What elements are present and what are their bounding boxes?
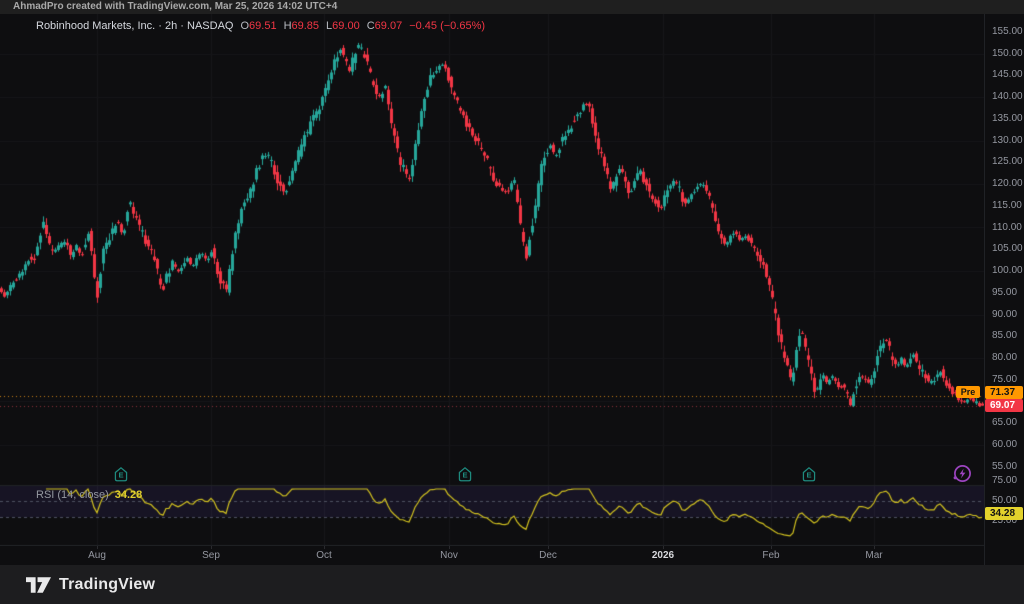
symbol-legend[interactable]: Robinhood Markets, Inc. · 2h · NASDAQ O6… — [36, 20, 485, 32]
time-tickmark — [324, 546, 325, 549]
earnings-marker-icon[interactable]: E — [112, 466, 130, 484]
footer-bar: TradingView — [0, 565, 1024, 604]
time-label: Feb — [762, 550, 779, 561]
price-axis[interactable]: 160.00155.00150.00145.00140.00135.00130.… — [984, 14, 1024, 565]
price-tick: 120.00 — [992, 179, 1023, 189]
svg-text:E: E — [462, 471, 467, 480]
earnings-marker-icon[interactable]: E — [800, 466, 818, 484]
price-tick: 90.00 — [992, 310, 1017, 320]
time-tickmark — [449, 546, 450, 549]
price-tick: 125.00 — [992, 157, 1023, 167]
rsi-value: 34.28 — [115, 489, 143, 501]
price-tick: 135.00 — [992, 114, 1023, 124]
rsi-legend[interactable]: RSI (14, close) 34.28 — [36, 489, 142, 501]
time-label: Aug — [88, 550, 106, 561]
premarket-price-badge: 71.37 — [985, 386, 1023, 399]
svg-text:E: E — [806, 471, 811, 480]
price-tick: 55.00 — [992, 462, 1017, 472]
time-label: Sep — [202, 550, 220, 561]
ohlc-low: L69.00 — [326, 20, 360, 32]
svg-text:E: E — [118, 471, 123, 480]
time-label: 2026 — [652, 550, 674, 561]
time-tickmark — [874, 546, 875, 549]
time-axis[interactable]: Aug Sep Oct Nov Dec 2026 Feb Mar — [0, 546, 984, 565]
time-tickmark — [548, 546, 549, 549]
last-price-badge: 69.07 — [985, 399, 1023, 412]
tradingview-snapshot: AhmadPro created with TradingView.com, M… — [0, 0, 1024, 604]
tradingview-logo[interactable]: TradingView — [26, 576, 155, 594]
price-tick: 95.00 — [992, 288, 1017, 298]
change-value: −0.45 (−0.65%) — [409, 20, 485, 32]
price-tick: 145.00 — [992, 70, 1023, 80]
chart-canvas[interactable] — [0, 14, 984, 546]
earnings-marker-icon[interactable]: E — [456, 466, 474, 484]
price-tick: 155.00 — [992, 27, 1023, 37]
time-tickmark — [97, 546, 98, 549]
rsi-title[interactable]: RSI (14, close) — [36, 489, 109, 501]
tradingview-logo-text: TradingView — [59, 576, 155, 594]
rsi-value-badge: 34.28 — [985, 507, 1023, 520]
attribution-text: AhmadPro created with TradingView.com, M… — [13, 1, 337, 12]
flash-marker-icon[interactable] — [951, 463, 973, 485]
time-label: Oct — [316, 550, 332, 561]
price-tick: 80.00 — [992, 353, 1017, 363]
price-tick: 65.00 — [992, 418, 1017, 428]
ohlc-open: O69.51 — [240, 20, 276, 32]
rsi-tick: 50.00 — [992, 496, 1017, 506]
time-tickmark — [663, 546, 664, 549]
ohlc-close: C69.07 — [367, 20, 402, 32]
attribution-bar: AhmadPro created with TradingView.com, M… — [0, 0, 1024, 14]
ohlc-high: H69.85 — [284, 20, 319, 32]
rsi-tick: 75.00 — [992, 476, 1017, 486]
time-label: Nov — [440, 550, 458, 561]
price-tick: 110.00 — [992, 223, 1022, 233]
price-tick: 105.00 — [992, 244, 1023, 254]
time-label: Mar — [865, 550, 882, 561]
price-tick: 60.00 — [992, 440, 1017, 450]
time-label: Dec — [539, 550, 557, 561]
tradingview-logo-icon — [26, 577, 51, 593]
symbol-title[interactable]: Robinhood Markets, Inc. · 2h · NASDAQ — [36, 20, 233, 32]
price-tick: 115.00 — [992, 201, 1022, 211]
price-tick: 75.00 — [992, 375, 1017, 385]
premarket-chip: Pre — [956, 386, 980, 398]
price-tick: 150.00 — [992, 49, 1023, 59]
price-tick: 130.00 — [992, 136, 1023, 146]
time-tickmark — [211, 546, 212, 549]
time-tickmark — [771, 546, 772, 549]
price-tick: 85.00 — [992, 331, 1017, 341]
price-tick: 100.00 — [992, 266, 1023, 276]
price-tick: 140.00 — [992, 92, 1023, 102]
